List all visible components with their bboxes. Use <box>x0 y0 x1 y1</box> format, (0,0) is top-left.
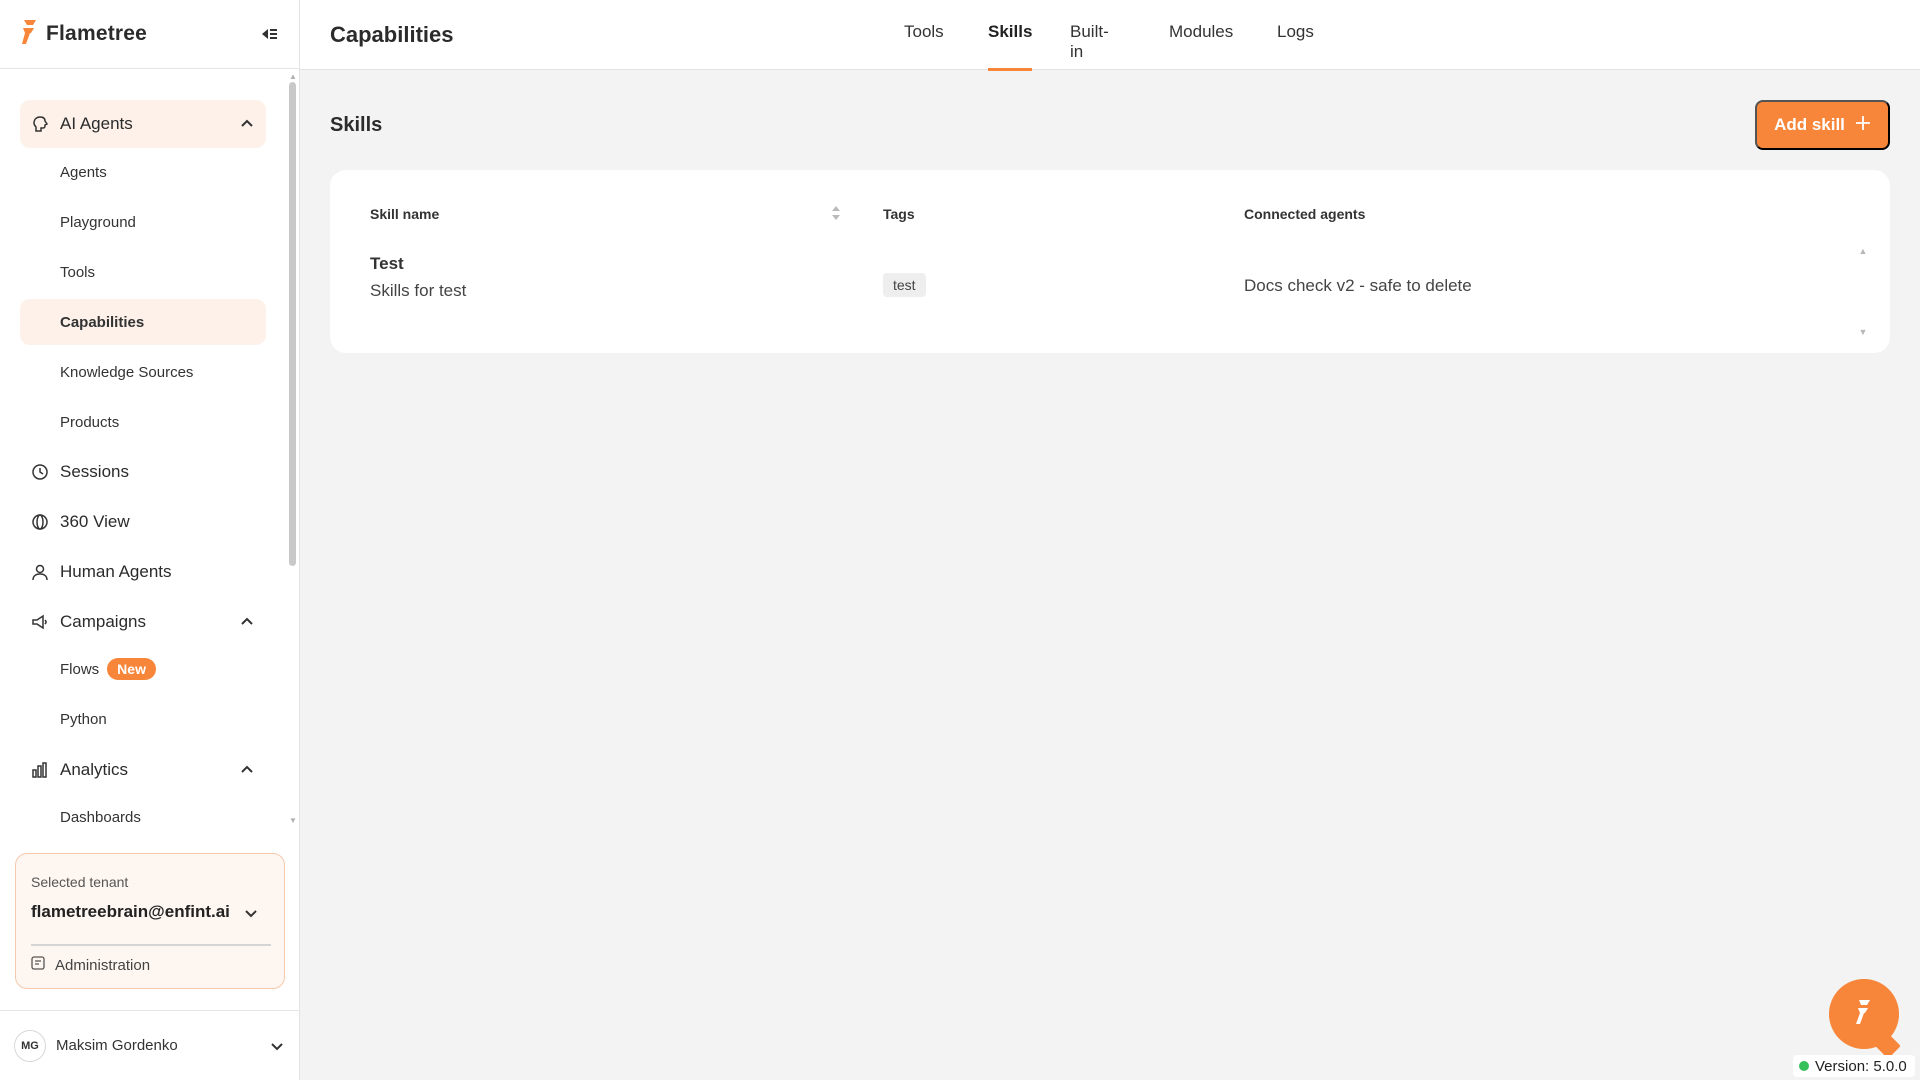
user-icon <box>30 562 50 582</box>
chevron-up-icon[interactable] <box>238 115 256 133</box>
user-name: Maksim Gordenko <box>56 1037 178 1054</box>
skill-name: Test <box>370 254 404 273</box>
page-title: Capabilities <box>330 22 454 47</box>
sidebar-item-python[interactable]: Python <box>20 696 266 742</box>
administration-link[interactable]: Administration <box>31 956 150 974</box>
sidebar-item-knowledge-sources[interactable]: Knowledge Sources <box>20 349 266 395</box>
column-header-skill-name[interactable]: Skill name <box>370 206 439 222</box>
sidebar-item-human-agents[interactable]: Human Agents <box>20 548 266 596</box>
brain-icon <box>30 114 50 134</box>
chevron-down-icon[interactable] <box>268 1037 286 1055</box>
globe-icon <box>30 512 50 532</box>
brand-name: Flametree <box>46 22 148 45</box>
sidebar-item-label: Flows <box>60 660 100 678</box>
flametree-logo-icon <box>20 18 40 51</box>
add-skill-button[interactable]: Add skill <box>1755 100 1890 150</box>
chevron-up-icon[interactable] <box>238 761 256 779</box>
tenant-selector-card: Selected tenant flametreebrain@enfint.ai… <box>15 853 285 989</box>
sidebar-item-campaigns[interactable]: Campaigns <box>20 598 266 646</box>
brand-header: Flametree <box>0 0 299 69</box>
sidebar-item-sessions[interactable]: Sessions <box>20 448 266 496</box>
add-skill-label: Add skill <box>1774 115 1845 134</box>
sidebar-item-capabilities[interactable]: Capabilities <box>20 299 266 345</box>
brand-logo[interactable]: Flametree <box>20 18 147 51</box>
tab-logs[interactable]: Logs <box>1277 22 1314 70</box>
new-badge: New <box>107 658 156 680</box>
sidebar-item-360-view[interactable]: 360 View <box>20 498 266 546</box>
tenant-select[interactable]: flametreebrain@enfint.ai <box>31 902 230 922</box>
megaphone-icon <box>30 612 50 632</box>
collapse-sidebar-icon[interactable] <box>259 24 279 44</box>
tag-chip: test <box>883 273 926 297</box>
sidebar-item-tools[interactable]: Tools <box>20 249 266 295</box>
skill-description: Skills for test <box>370 281 467 300</box>
sidebar-nav: AI Agents Agents Playground Tools Capabi… <box>0 70 290 840</box>
sidebar-scrollbar-thumb[interactable] <box>289 82 296 566</box>
column-header-connected-agents: Connected agents <box>1244 206 1366 222</box>
table-scroll-up-arrow[interactable]: ▲ <box>1858 246 1868 256</box>
tab-modules[interactable]: Modules <box>1169 22 1233 70</box>
skills-table: Skill name Tags Connected agents Test Sk… <box>330 170 1890 353</box>
bar-chart-icon <box>30 760 50 780</box>
sidebar-item-label: AI Agents <box>60 114 133 133</box>
history-icon <box>30 462 50 482</box>
tenant-label: Selected tenant <box>31 874 129 890</box>
divider <box>31 944 271 946</box>
scroll-down-arrow[interactable]: ▼ <box>288 816 298 826</box>
tab-built-in[interactable]: Built-in <box>1070 22 1109 70</box>
tab-tools[interactable]: Tools <box>904 22 944 70</box>
connected-agent: Docs check v2 - safe to delete <box>1244 276 1472 295</box>
section-title: Skills <box>330 114 383 136</box>
sidebar-item-label: Human Agents <box>60 562 172 581</box>
avatar: MG <box>14 1029 46 1062</box>
sort-icon[interactable] <box>830 203 842 223</box>
plus-icon <box>1855 115 1871 136</box>
sidebar: Flametree AI Agents Agents Playground To… <box>0 0 300 1080</box>
sidebar-item-playground[interactable]: Playground <box>20 199 266 245</box>
sidebar-item-label: Analytics <box>60 760 129 779</box>
version-indicator: Version: 5.0.0 <box>1793 1055 1915 1077</box>
sidebar-item-dashboards[interactable]: Dashboards <box>20 794 266 840</box>
sidebar-item-analytics[interactable]: Analytics <box>20 746 266 794</box>
administration-label: Administration <box>55 956 151 974</box>
user-menu[interactable]: MG Maksim Gordenko <box>0 1010 300 1080</box>
sidebar-item-agents[interactable]: Agents <box>20 149 266 195</box>
sidebar-item-label: 360 View <box>60 512 130 531</box>
table-scroll-down-arrow[interactable]: ▼ <box>1858 327 1868 337</box>
sidebar-item-flows[interactable]: Flows New <box>20 646 266 692</box>
admin-icon <box>31 956 45 974</box>
flametree-logo-icon <box>1853 997 1875 1032</box>
tab-skills[interactable]: Skills <box>988 22 1033 71</box>
sidebar-item-products[interactable]: Products <box>20 399 266 445</box>
top-header: Capabilities Tools Skills Built-in Modul… <box>300 0 1920 71</box>
chat-assistant-button[interactable] <box>1829 979 1899 1049</box>
chevron-up-icon[interactable] <box>238 613 256 631</box>
sidebar-item-label: Sessions <box>60 462 129 481</box>
sidebar-item-label: Campaigns <box>60 612 146 631</box>
status-dot-icon <box>1799 1061 1809 1071</box>
chevron-down-icon[interactable] <box>242 904 260 922</box>
version-text: Version: 5.0.0 <box>1815 1057 1907 1075</box>
column-header-tags: Tags <box>883 206 915 222</box>
sidebar-item-ai-agents[interactable]: AI Agents <box>20 100 266 148</box>
scroll-up-arrow[interactable]: ▲ <box>288 72 298 82</box>
